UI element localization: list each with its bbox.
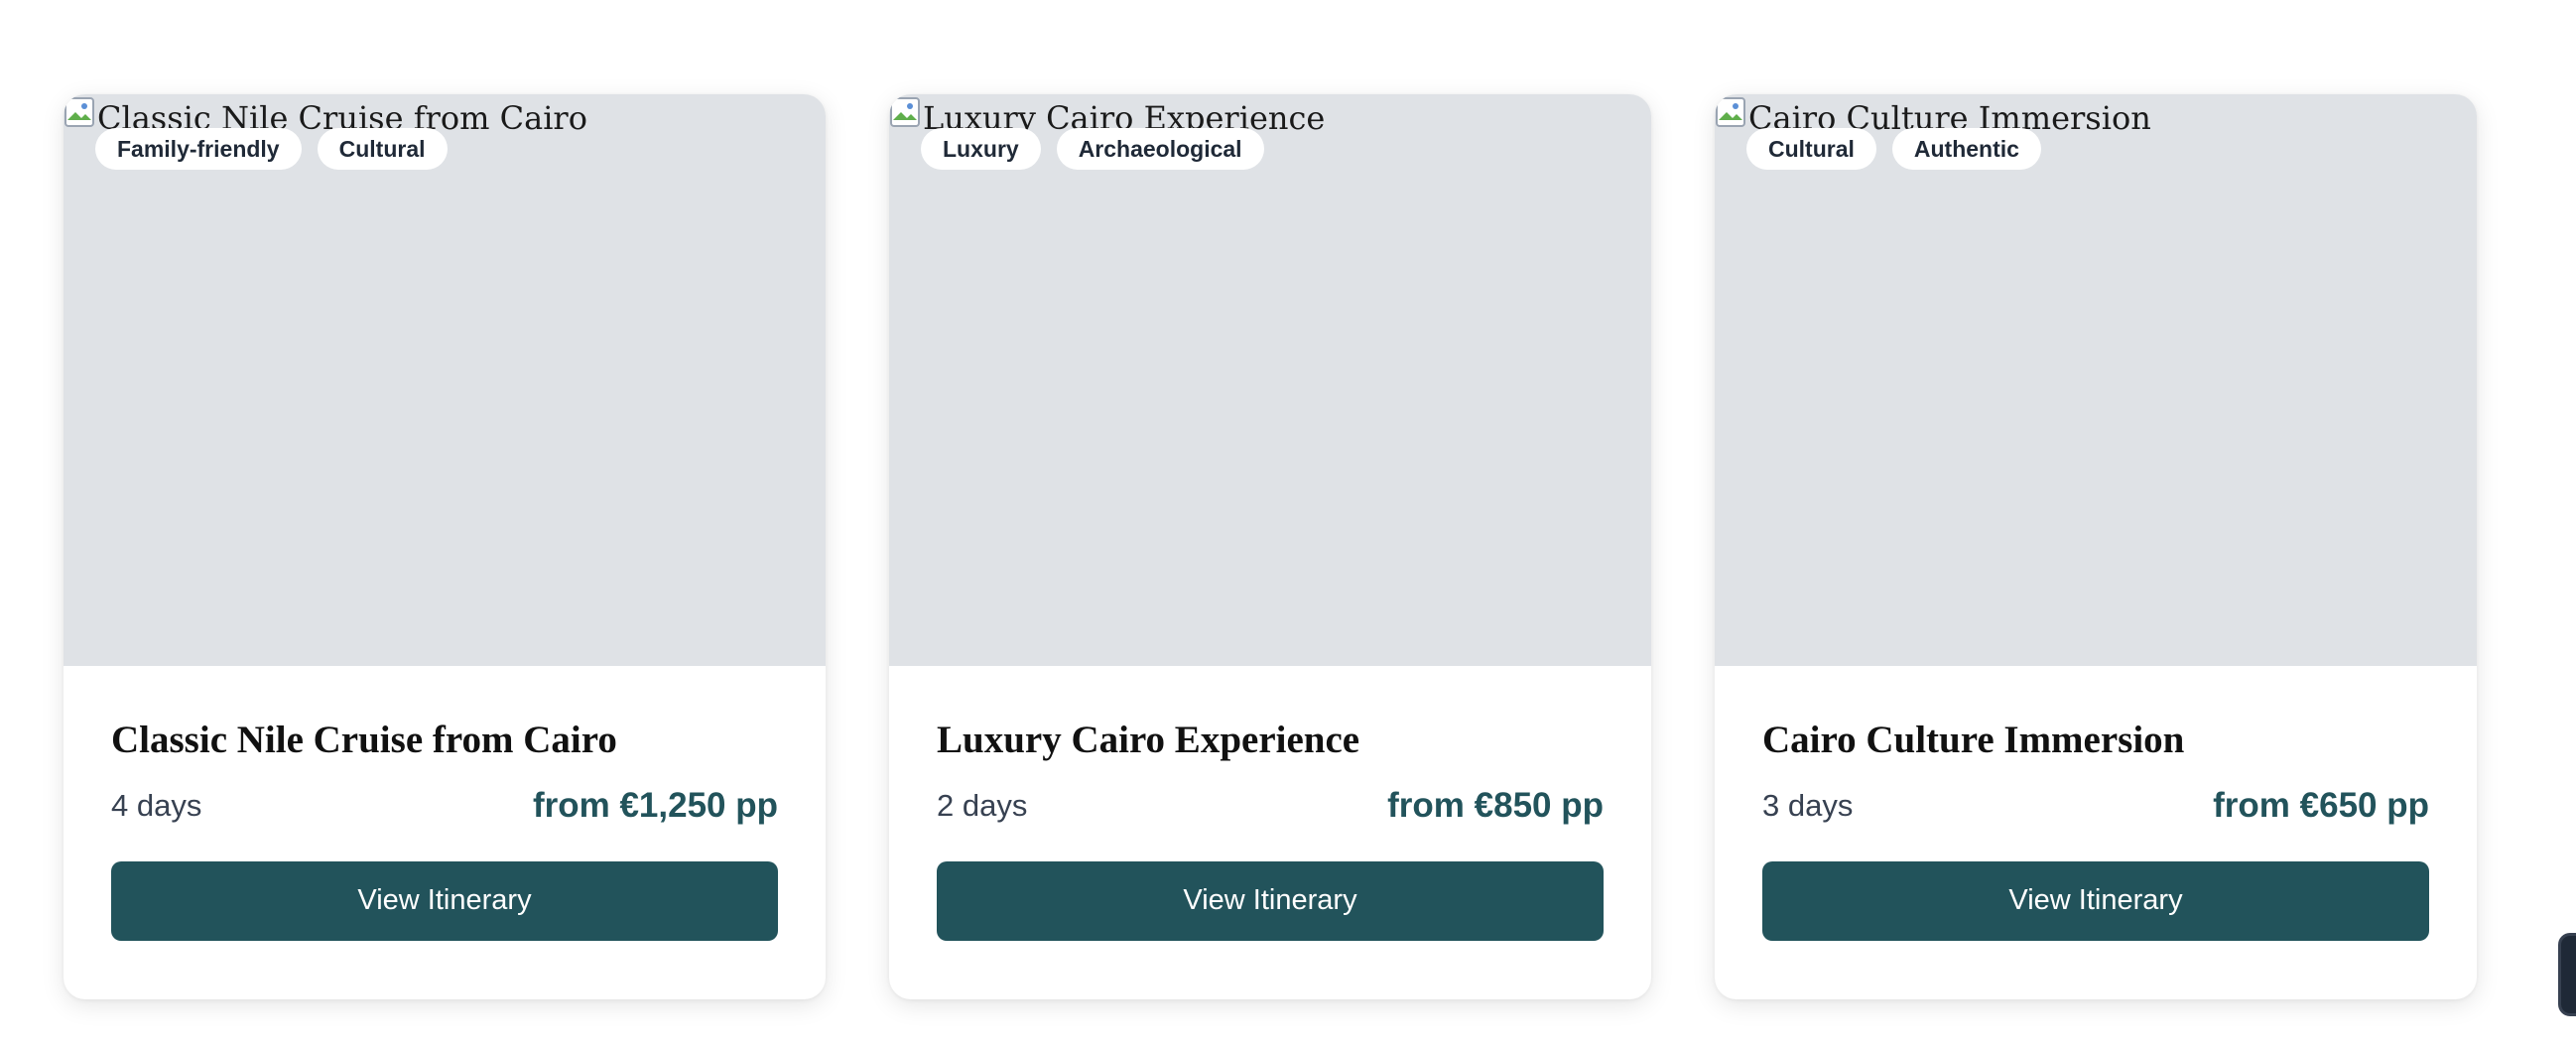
meta-row: 3 days from €650 pp [1762, 786, 2429, 826]
card-body: Classic Nile Cruise from Cairo 4 days fr… [64, 666, 826, 941]
tour-image: Luxury Cairo Experience Luxury Archaeolo… [889, 94, 1651, 666]
tour-price: from €650 pp [2213, 785, 2429, 825]
tag: Luxury [921, 128, 1041, 170]
edge-widget-handle[interactable] [2558, 933, 2576, 1016]
tag: Authentic [1891, 128, 2041, 170]
broken-image-icon [1715, 96, 1746, 128]
tag-list: Cultural Authentic [1746, 128, 2041, 170]
tour-price: from €1,250 pp [532, 785, 778, 825]
broken-image-icon [64, 96, 95, 128]
tour-card-list: Classic Nile Cruise from Cairo Family-fr… [64, 94, 2477, 999]
view-itinerary-button[interactable]: View Itinerary [1762, 860, 2429, 941]
tag: Family-friendly [95, 128, 302, 170]
tour-title: Classic Nile Cruise from Cairo [111, 719, 617, 761]
tour-title: Luxury Cairo Experience [937, 719, 1360, 761]
tour-image: Cairo Culture Immersion Cultural Authent… [1715, 94, 2477, 666]
tag-list: Luxury Archaeological [921, 128, 1264, 170]
view-itinerary-button[interactable]: View Itinerary [937, 860, 1604, 941]
tag: Archaeological [1056, 128, 1264, 170]
meta-row: 4 days from €1,250 pp [111, 786, 778, 826]
tour-card: Cairo Culture Immersion Cultural Authent… [1715, 94, 2477, 999]
view-itinerary-button[interactable]: View Itinerary [111, 860, 778, 941]
tour-title: Cairo Culture Immersion [1762, 719, 2185, 761]
tour-price: from €850 pp [1387, 785, 1604, 825]
card-body: Luxury Cairo Experience 2 days from €850… [889, 666, 1651, 941]
tour-duration: 4 days [111, 787, 202, 823]
card-body: Cairo Culture Immersion 3 days from €650… [1715, 666, 2477, 941]
tour-duration: 3 days [1762, 787, 1854, 823]
tour-image: Classic Nile Cruise from Cairo Family-fr… [64, 94, 826, 666]
tag-list: Family-friendly Cultural [95, 128, 448, 170]
meta-row: 2 days from €850 pp [937, 786, 1604, 826]
tag: Cultural [1746, 128, 1876, 170]
tag: Cultural [317, 128, 448, 170]
tour-card: Classic Nile Cruise from Cairo Family-fr… [64, 94, 826, 999]
tour-duration: 2 days [937, 787, 1028, 823]
tour-card: Luxury Cairo Experience Luxury Archaeolo… [889, 94, 1651, 999]
broken-image-icon [889, 96, 921, 128]
